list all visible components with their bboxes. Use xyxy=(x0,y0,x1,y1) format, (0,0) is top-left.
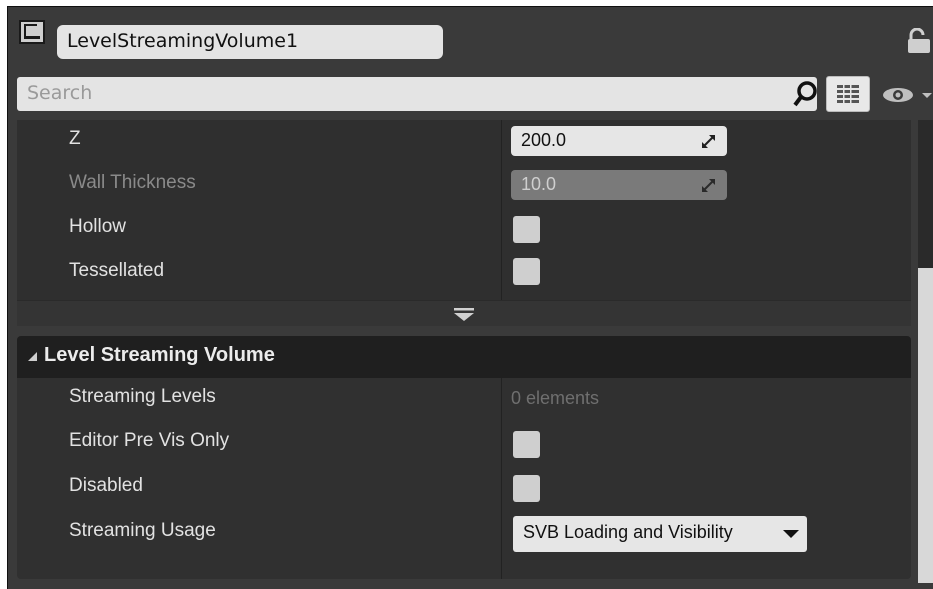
property-label: Wall Thickness xyxy=(69,172,196,193)
property-row-streaming-levels: Streaming Levels 0 elements xyxy=(17,378,911,422)
property-label: Z xyxy=(69,128,81,149)
streaming-usage-value: SVB Loading and Visibility xyxy=(523,522,733,542)
property-label: Streaming Usage xyxy=(69,520,216,541)
drag-handle-icon[interactable] xyxy=(702,135,715,148)
view-options-button[interactable] xyxy=(826,76,870,112)
dropdown-arrow-icon xyxy=(783,530,799,538)
property-label: Disabled xyxy=(69,475,143,496)
actor-icon xyxy=(19,20,45,44)
streaming-levels-count: 0 elements xyxy=(511,388,600,408)
property-row-z: Z 200.0 xyxy=(17,120,911,164)
property-row-disabled: Disabled xyxy=(17,467,911,511)
view-options-icon xyxy=(837,85,859,105)
section-header-level-streaming[interactable]: Level Streaming Volume xyxy=(17,336,911,378)
advanced-expand-bar[interactable] xyxy=(17,300,911,326)
scrollbar-thumb[interactable] xyxy=(918,268,933,583)
section-title: Level Streaming Volume xyxy=(44,344,275,366)
eye-icon[interactable] xyxy=(878,82,933,108)
drag-handle-icon xyxy=(702,179,715,192)
property-label: Tessellated xyxy=(69,260,165,281)
hollow-checkbox[interactable] xyxy=(513,216,540,243)
expand-arrow-icon xyxy=(454,308,474,321)
wall-thickness-field: 10.0 xyxy=(511,170,727,200)
collapse-icon[interactable] xyxy=(28,352,37,361)
property-row-hollow: Hollow xyxy=(17,208,911,252)
property-row-wall-thickness: Wall Thickness 10.0 xyxy=(17,164,911,208)
property-row-tessellated: Tessellated xyxy=(17,252,911,296)
z-value: 200.0 xyxy=(521,130,567,150)
disabled-checkbox[interactable] xyxy=(513,475,540,502)
search-placeholder: Search xyxy=(27,82,93,104)
actor-name-field[interactable]: LevelStreamingVolume1 xyxy=(57,25,443,59)
property-row-editor-pre-vis-only: Editor Pre Vis Only xyxy=(17,422,911,466)
property-label: Editor Pre Vis Only xyxy=(69,430,230,451)
wall-thickness-value: 10.0 xyxy=(521,174,557,194)
property-label: Hollow xyxy=(69,216,127,237)
editor-pre-vis-only-checkbox[interactable] xyxy=(513,431,540,458)
streaming-usage-dropdown[interactable]: SVB Loading and Visibility xyxy=(513,516,807,552)
tessellated-checkbox[interactable] xyxy=(513,258,540,285)
property-label: Streaming Levels xyxy=(69,386,216,407)
search-input[interactable]: Search xyxy=(17,77,817,111)
lock-icon[interactable] xyxy=(905,28,933,54)
brush-settings-section: Z 200.0 Wall Thickness 10.0 Hollow Tesse… xyxy=(17,120,911,326)
search-icon xyxy=(793,81,817,107)
level-streaming-section: Streaming Levels 0 elements Editor Pre V… xyxy=(17,378,911,579)
z-value-field[interactable]: 200.0 xyxy=(511,126,727,156)
